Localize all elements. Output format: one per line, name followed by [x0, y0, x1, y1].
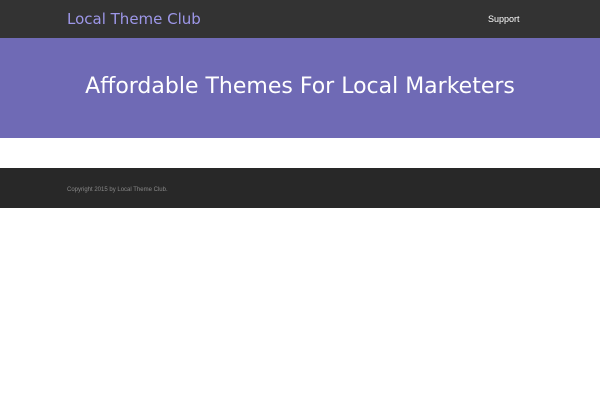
hero-title: Affordable Themes For Local Marketers — [85, 74, 515, 99]
site-footer: Copyright 2015 by Local Theme Club. — [0, 168, 600, 208]
site-title-link[interactable]: Local Theme Club — [67, 9, 201, 29]
nav-item-support[interactable]: Support — [488, 13, 520, 25]
hero-banner: Affordable Themes For Local Marketers — [0, 38, 600, 138]
copyright-text: Copyright 2015 by Local Theme Club. — [67, 187, 168, 193]
site-header: Local Theme Club Support — [0, 0, 600, 38]
